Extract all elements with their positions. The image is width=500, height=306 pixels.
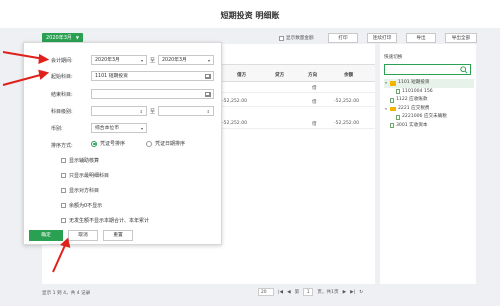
arrow-to-confirm	[52, 242, 67, 273]
annotation-arrows	[2, 51, 71, 273]
arrow-to-period	[2, 51, 45, 60]
arrow-head-period	[38, 53, 50, 65]
arrow-to-start-subject	[2, 73, 45, 86]
arrow-head-start-subject	[38, 69, 50, 80]
arrow-head-confirm	[59, 237, 71, 248]
